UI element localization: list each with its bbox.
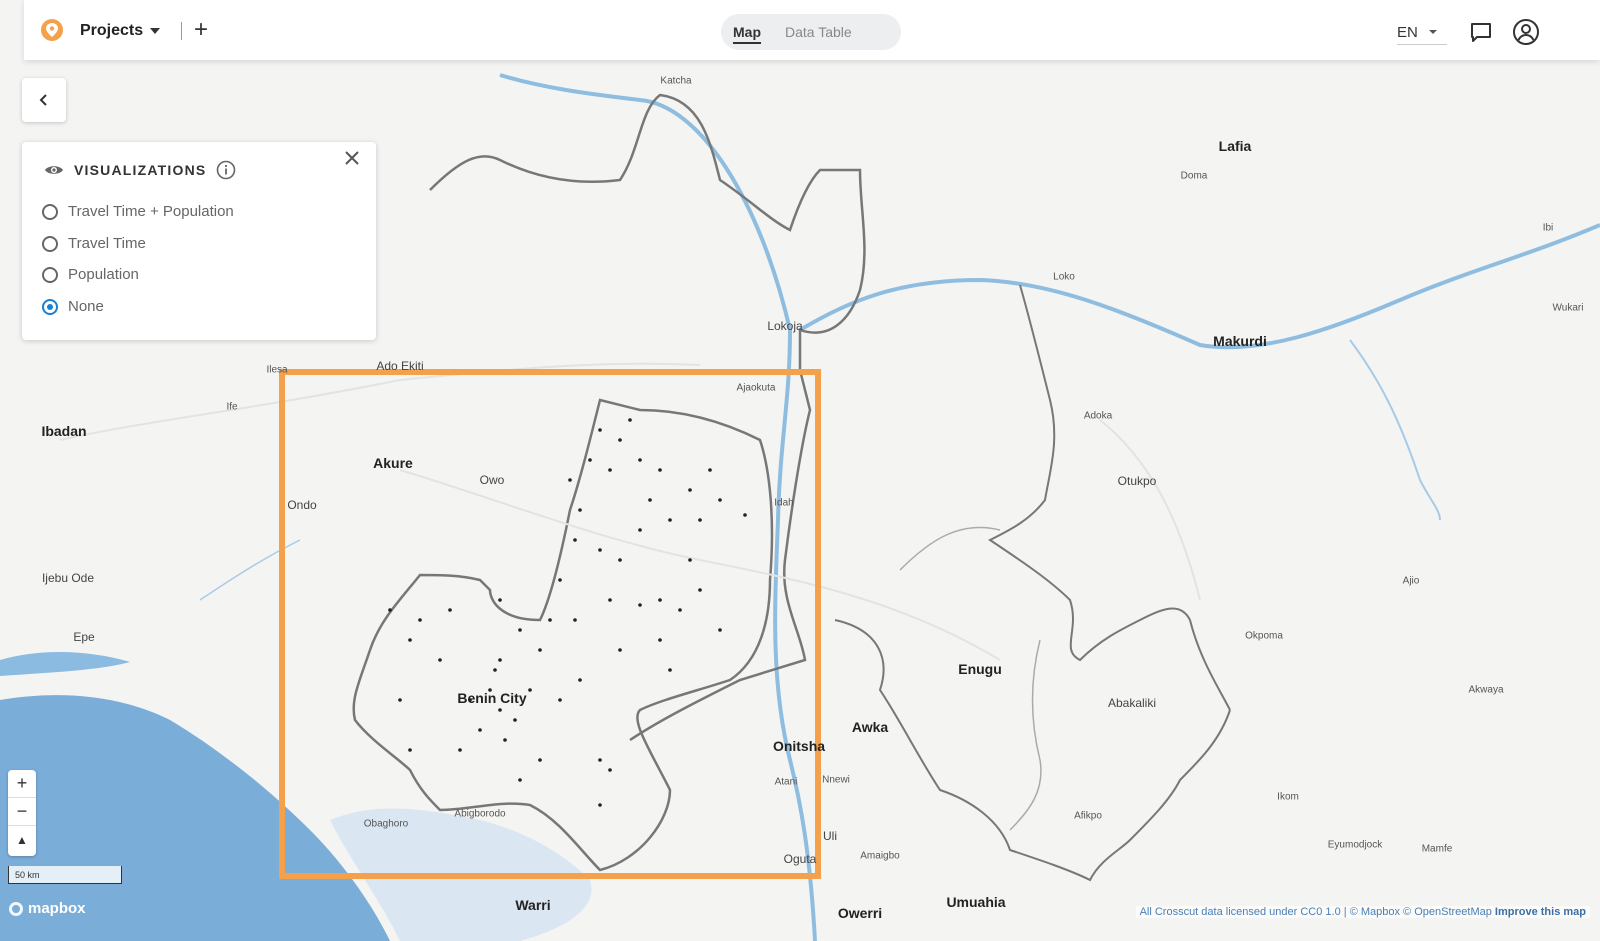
language-select[interactable]: EN [1397, 20, 1447, 45]
mapbox-logo-text: mapbox [28, 900, 86, 917]
place-label-ikom: Ikom [1277, 791, 1299, 803]
place-label-doma: Doma [1180, 170, 1208, 182]
place-label-obaghoro: Obaghoro [363, 818, 409, 830]
place-label-eyumodjock: Eyumodjock [1327, 839, 1383, 851]
place-label-enugu: Enugu [958, 661, 1002, 677]
viz-option-label: Travel Time + Population [68, 203, 234, 220]
viz-option-label: None [68, 298, 104, 315]
place-label-okpoma: Okpoma [1245, 630, 1283, 642]
radio-button-selected[interactable] [42, 298, 58, 315]
add-project-button[interactable]: + [189, 16, 213, 44]
place-label-owo: Owo [479, 473, 505, 487]
mapbox-icon [9, 901, 23, 916]
chevron-left-icon [39, 94, 47, 106]
place-label-akure: Akure [373, 455, 413, 471]
projects-label: Projects [80, 22, 144, 39]
place-label-ado-ekiti: Ado Ekiti [376, 359, 424, 373]
projects-dropdown-button[interactable]: Projects [80, 18, 161, 44]
place-label-katcha: Katcha [660, 75, 692, 87]
zoom-out-button[interactable]: − [8, 798, 36, 826]
tab-map[interactable]: Map [721, 14, 773, 50]
improve-map-link[interactable]: Improve this map [1495, 906, 1586, 918]
map-attribution: All Crosscut data licensed under CC0 1.0… [1135, 906, 1590, 918]
place-label-ilesa: Ilesa [266, 364, 288, 376]
info-icon[interactable] [216, 160, 236, 180]
place-label-abigborodo: Abigborodo [454, 808, 506, 820]
place-label-idah: Idah [774, 497, 794, 509]
visualizations-title: VISUALIZATIONS [74, 162, 207, 178]
place-label-umuahia: Umuahia [946, 894, 1006, 910]
eye-icon [45, 166, 63, 174]
close-icon[interactable] [340, 146, 364, 170]
compass-button[interactable]: ▲ [8, 826, 36, 854]
place-label-oguta: Oguta [783, 852, 817, 866]
place-label-akwaya: Akwaya [1468, 684, 1504, 696]
place-label-amaigbo: Amaigbo [860, 850, 900, 862]
place-label-epe: Epe [73, 630, 95, 644]
comment-icon[interactable] [1469, 20, 1493, 44]
toolbar-divider [181, 22, 182, 40]
place-label-ife: Ife [226, 401, 238, 413]
place-label-ibadan: Ibadan [41, 423, 87, 439]
place-label-owerri: Owerri [837, 905, 883, 921]
place-label-onitsha: Onitsha [772, 738, 826, 754]
place-label-makurdi: Makurdi [1213, 333, 1267, 349]
place-label-abakaliki: Abakaliki [1107, 696, 1157, 710]
place-label-nnewi: Nnewi [822, 774, 850, 786]
place-label-benin-city: Benin City [457, 690, 527, 706]
visualizations-header: VISUALIZATIONS [44, 160, 236, 180]
place-label-ibi: Ibi [1542, 222, 1554, 234]
tab-data-table[interactable]: Data Table [773, 14, 864, 50]
place-label-atani: Atani [774, 776, 798, 788]
place-label-ajio: Ajio [1402, 575, 1420, 587]
visualizations-panel: VISUALIZATIONS Travel Time + Population … [22, 142, 376, 340]
viz-option-label: Travel Time [68, 235, 146, 252]
place-label-wukari: Wukari [1552, 302, 1584, 314]
place-label-ijebu-ode: Ijebu Ode [41, 571, 95, 585]
place-label-adoka: Adoka [1083, 410, 1113, 422]
radio-button[interactable] [42, 203, 58, 220]
account-icon[interactable] [1512, 18, 1540, 46]
place-label-mamfe: Mamfe [1421, 843, 1453, 855]
mapbox-logo[interactable]: mapbox [8, 900, 86, 917]
radio-button[interactable] [42, 235, 58, 252]
radio-button[interactable] [42, 266, 58, 283]
place-label-otukpo: Otukpo [1117, 474, 1157, 488]
place-label-awka: Awka [851, 719, 889, 735]
place-label-lafia: Lafia [1218, 138, 1252, 154]
zoom-in-button[interactable]: + [8, 770, 36, 798]
place-label-warri: Warri [515, 897, 551, 913]
language-value: EN [1397, 23, 1418, 41]
scale-bar: 50 km [8, 866, 122, 884]
caret-down-icon [1428, 30, 1437, 34]
attribution-text[interactable]: All Crosscut data licensed under CC0 1.0… [1140, 906, 1492, 918]
viz-option-travel-time[interactable]: Travel Time [42, 235, 146, 252]
viz-option-population[interactable]: Population [42, 266, 139, 283]
app-logo-icon [41, 19, 63, 41]
place-label-lokoja: Lokoja [767, 319, 803, 333]
view-toggle: Map Data Table [721, 14, 901, 50]
collapse-panel-button[interactable] [22, 78, 66, 122]
top-bar: Projects + Map Data Table EN [24, 0, 1600, 60]
viz-option-none[interactable]: None [42, 298, 104, 315]
viz-option-label: Population [68, 266, 139, 283]
place-label-ajaokuta: Ajaokuta [736, 382, 776, 394]
place-label-uli: Uli [823, 829, 837, 843]
viz-option-travel-time-population[interactable]: Travel Time + Population [42, 203, 234, 220]
caret-down-icon [150, 28, 161, 34]
place-label-afikpo: Afikpo [1074, 810, 1102, 822]
place-label-ondo: Ondo [287, 498, 317, 512]
zoom-controls: + − ▲ [8, 770, 36, 856]
place-label-loko: Loko [1053, 271, 1075, 283]
